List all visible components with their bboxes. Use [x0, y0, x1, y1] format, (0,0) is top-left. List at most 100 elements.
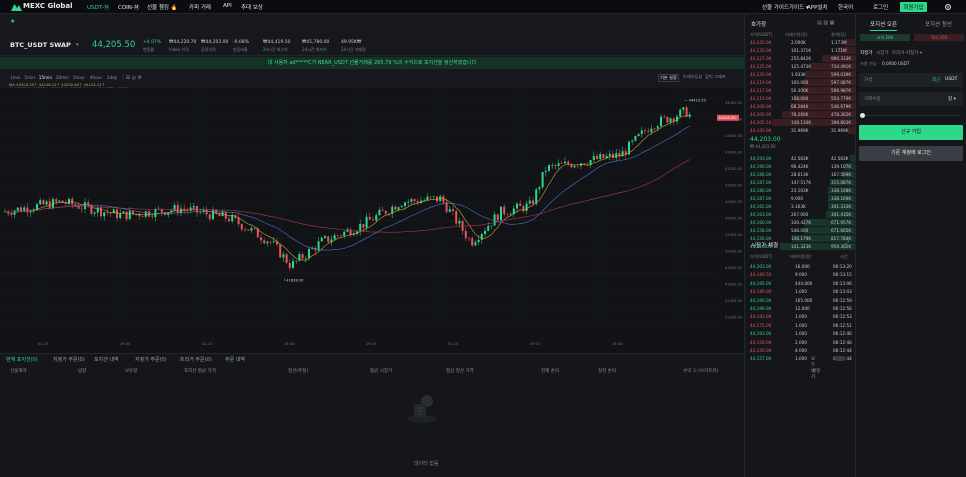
chart-view-1[interactable]: 트레이딩뷰 — [682, 74, 703, 80]
login-order-button[interactable]: 기존 계정에 로그인 — [859, 146, 963, 161]
interval-6[interactable]: 1day — [107, 75, 117, 80]
ask-price: 44,242.00 — [750, 40, 772, 45]
trade-time: 06:12:46 — [833, 331, 852, 337]
nav-coin[interactable]: COIN-Ⓜ — [118, 3, 139, 11]
candle-body — [656, 126, 659, 129]
signup-button[interactable]: 회원가입 — [900, 2, 927, 12]
ma-line-long — [4, 159, 690, 233]
candle-body — [509, 214, 512, 215]
bid-row[interactable]: 44,187.00 9.000 338.169K — [745, 196, 856, 202]
candle-body — [112, 209, 115, 214]
nav-guide[interactable]: 선물 가이드가이드 ▾ — [762, 3, 809, 11]
chart-toolbar: 1min 5min 15min 30min 1hour 4hour 1day ⫶ ⊞ ◎ ⚙… — [0, 70, 744, 91]
candle-body — [208, 214, 211, 220]
signup-order-button[interactable]: 신규 가입 — [859, 125, 963, 140]
candle-body — [410, 199, 413, 202]
interval-5[interactable]: 4hour — [90, 75, 102, 80]
bid-row[interactable]: 44,163.00 207.000 341.435K — [745, 212, 856, 218]
order-type-1[interactable]: 시장가 — [876, 50, 888, 56]
orderbook-layout-icon[interactable]: ▤ ▥ ▦ — [817, 20, 834, 26]
trade-qty: 1.000 — [795, 314, 807, 320]
chart-view-2[interactable]: 깊이 그래프 — [704, 74, 727, 80]
bid-row[interactable]: 44,186.00 23.103K 338.168K — [745, 188, 856, 194]
candle-body — [394, 206, 397, 210]
mode-isolated-button[interactable]: 격리 20X — [914, 34, 964, 41]
mode-cross-button[interactable]: 교차 20X — [860, 34, 910, 41]
quantity-input[interactable]: 거래수량 장 ▾ — [859, 92, 963, 106]
nav-copy[interactable]: 카피 거래 — [189, 3, 211, 11]
nav-usdt[interactable]: USDT-Ⓜ — [87, 3, 109, 11]
interval-3[interactable]: 30min — [56, 75, 69, 80]
interval-4[interactable]: 1hour — [73, 75, 85, 80]
ask-row[interactable]: 44,193.00 31.969K 31.969K — [745, 128, 856, 134]
index-label: Index 가격 — [169, 47, 189, 52]
position-tab-4[interactable]: 트리거 주문(0) — [180, 356, 212, 363]
order-type-0[interactable]: 지정가 — [860, 50, 872, 56]
position-tab-2[interactable]: 포지션 내역 — [94, 356, 119, 363]
bid-qty: 207.000 — [791, 212, 809, 217]
bid-row[interactable]: 44,190.00 96.424K 139.107K — [745, 164, 856, 170]
ask-row[interactable]: 44,225.00 125.473K 734.491K — [745, 64, 856, 70]
chart-view-0[interactable]: 기본 설정 — [658, 74, 679, 82]
ask-row[interactable]: 44,220.00 1.933K 599.039K — [745, 72, 856, 78]
interval-0[interactable]: 1min — [10, 75, 21, 80]
bid-row[interactable]: 44,187.00 147.517K 315.087K — [745, 180, 856, 186]
indicator-icon[interactable]: ⫶ ⊞ ◎ ⚙ — [123, 75, 142, 81]
nav-app[interactable]: APP설치 — [807, 3, 828, 11]
bid-row[interactable]: 44,160.00 330.427K 671.957K — [745, 220, 856, 226]
ask-row[interactable]: 44,227.00 255.842K 990.333K — [745, 56, 856, 62]
order-type-2[interactable]: 트리거·지정가 ▾ — [892, 50, 922, 56]
interval-1[interactable]: 5min — [24, 75, 35, 80]
position-tab-0[interactable]: 현재 포지션(0) — [6, 356, 38, 363]
bid-qty: 330.427K — [791, 220, 812, 225]
bid-row[interactable]: 44,158.00 548.000 671.605K — [745, 228, 856, 234]
bid-row[interactable]: 44,193.00 42.583K 42.583K — [745, 156, 856, 162]
bid-qty: 23.103K — [791, 188, 809, 193]
symbol-name[interactable]: BTC_USDT SWAP — [10, 41, 71, 49]
nav-api[interactable]: API — [223, 3, 232, 9]
symbol-dropdown-icon[interactable]: ▾ — [76, 42, 79, 48]
ask-row[interactable]: 44,242.00 2.000K 1.173M — [745, 40, 856, 46]
volume-24h: 49.95K₩ — [341, 40, 362, 45]
position-tab-5[interactable]: 주문 내역 — [225, 356, 245, 363]
logo-text[interactable]: MEXC Global — [23, 2, 73, 10]
notice-banner[interactable]: 대 사용자 ad*****C가 NEAR_USDT 선물거래를 265.79 %… — [0, 57, 744, 69]
quantity-placeholder: 거래수량 — [864, 97, 881, 102]
quantity-unit[interactable]: 장 ▾ — [948, 96, 956, 102]
nav-lang[interactable]: 한국어 — [838, 3, 853, 11]
position-tab-3[interactable]: 지정가 주문(0) — [135, 356, 167, 363]
chart-canvas[interactable]: 44400.0044200.0043800.0043600.0043200.00… — [0, 88, 744, 353]
ask-row[interactable]: 44,208.00 68.284K 546.679K — [745, 104, 856, 110]
show-all-toggle[interactable] — [835, 356, 845, 361]
ask-row[interactable]: 44,219.00 100.000 597.087K — [745, 80, 856, 86]
trade-row: 44,189.50 9.000 06:13:15 — [745, 272, 856, 278]
tab-close[interactable]: 포지션 청산 — [925, 20, 952, 28]
favorite-star-icon[interactable]: ★ — [10, 18, 15, 25]
tab-open[interactable]: 포지션 오픈 — [870, 20, 898, 31]
slider-handle[interactable] — [860, 113, 865, 118]
ask-row[interactable]: 44,235.00 101.371K 1.171M — [745, 48, 856, 54]
bid-row[interactable]: 44,165.00 3.163K 341.333K — [745, 204, 856, 210]
ask-row[interactable]: 44,217.00 50.300K 596.987K — [745, 88, 856, 94]
candle-body — [557, 163, 560, 166]
candle-body — [679, 109, 682, 117]
nav-rebate[interactable]: 추대 보상 — [241, 3, 263, 11]
trade-row: 44,195.00 444.000 06:13:06 — [745, 281, 856, 287]
candle-body — [592, 155, 595, 160]
interval-2[interactable]: 15min — [39, 75, 52, 80]
leverage-slider[interactable] — [861, 115, 961, 116]
candlestick-chart[interactable]: MA 44204.25↑ 44248.12↑ 44200.62↑ 44124.1… — [0, 82, 744, 353]
nav-login[interactable]: 로그인 — [873, 3, 888, 11]
position-tab-1[interactable]: 지정가 주문(0) — [53, 356, 85, 363]
price-input[interactable]: 가격 최근 USDT — [859, 73, 963, 87]
bid-row[interactable]: 44,188.00 28.613K 167.569K — [745, 172, 856, 178]
ask-row[interactable]: 44,210.00 108.000 554.779K — [745, 96, 856, 102]
price-latest-tag[interactable]: 최근 — [932, 77, 940, 83]
nav-event[interactable]: 선물 챔킹 🔥 — [147, 3, 178, 11]
settings-gear-icon[interactable] — [944, 3, 952, 11]
expand-icon[interactable]: ⤢ — [845, 240, 849, 246]
bid-total: 338.169K — [831, 196, 852, 201]
ask-row[interactable]: 44,206.00 78.260K 478.362K — [745, 112, 856, 118]
ask-row[interactable]: 44,205.50 148.134K 398.803K — [745, 120, 856, 126]
candle-body — [637, 134, 640, 137]
